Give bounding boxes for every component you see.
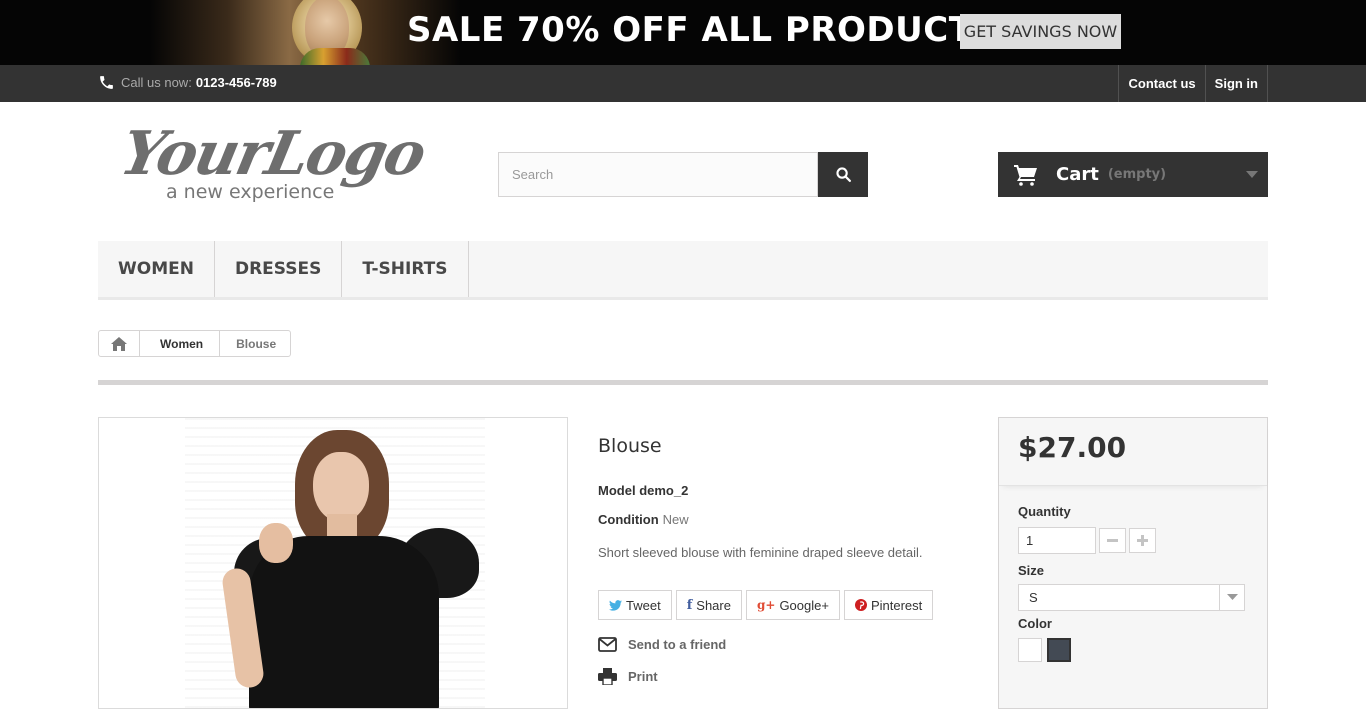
color-swatch-dark[interactable] bbox=[1047, 638, 1071, 662]
print-label: Print bbox=[628, 669, 658, 684]
model-value: demo_2 bbox=[639, 483, 689, 498]
plus-icon bbox=[1137, 535, 1148, 546]
quantity-label: Quantity bbox=[1018, 504, 1071, 519]
top-bar: Call us now: 0123-456-789 Contact us Sig… bbox=[0, 65, 1366, 102]
logo-tagline: a new experience bbox=[166, 181, 335, 203]
google-plus-label: Google+ bbox=[779, 597, 829, 613]
tweet-button[interactable]: Tweet bbox=[598, 590, 672, 620]
page-divider bbox=[98, 380, 1268, 385]
quantity-input[interactable] bbox=[1018, 527, 1096, 554]
cart-icon bbox=[1014, 164, 1037, 186]
pinterest-label: Pinterest bbox=[870, 597, 923, 613]
menu-item-dresses[interactable]: DRESSES bbox=[215, 241, 343, 297]
product-price: $27.00 bbox=[1018, 431, 1127, 464]
main-menu: WOMEN DRESSES T-SHIRTS bbox=[98, 241, 1268, 300]
logo-script: YourLogo bbox=[114, 119, 431, 189]
quantity-decrease-button[interactable] bbox=[1099, 528, 1126, 553]
chevron-down-icon bbox=[1226, 594, 1238, 600]
cart-status: (empty) bbox=[1107, 167, 1167, 182]
printer-icon bbox=[598, 668, 617, 685]
google-plus-icon: g+ bbox=[756, 598, 776, 612]
facebook-share-button[interactable]: f Share bbox=[675, 590, 742, 620]
model-hand bbox=[259, 523, 293, 563]
banner-sale-text: SALE 70% OFF ALL PRODUCTS bbox=[407, 10, 998, 50]
cart-button[interactable]: Cart (empty) bbox=[998, 152, 1268, 197]
envelope-icon bbox=[598, 637, 617, 652]
twitter-icon bbox=[609, 599, 622, 611]
product-description: Short sleeved blouse with feminine drape… bbox=[598, 545, 923, 560]
breadcrumb-home[interactable] bbox=[99, 331, 140, 356]
size-label: Size bbox=[1018, 563, 1045, 578]
product-condition: Condition New bbox=[598, 512, 689, 527]
condition-value: New bbox=[662, 512, 689, 527]
model-face bbox=[313, 452, 369, 522]
tweet-label: Tweet bbox=[626, 597, 661, 613]
breadcrumb-women[interactable]: Women bbox=[140, 331, 219, 356]
home-icon bbox=[111, 336, 127, 351]
search-button[interactable] bbox=[818, 152, 868, 197]
sign-in-link[interactable]: Sign in bbox=[1206, 65, 1268, 102]
contact-us-link[interactable]: Contact us bbox=[1119, 65, 1206, 102]
chevron-down-icon[interactable] bbox=[1246, 171, 1258, 179]
menu-item-t-shirts[interactable]: T-SHIRTS bbox=[342, 241, 469, 297]
call-us: Call us now: 0123-456-789 bbox=[98, 74, 277, 91]
send-to-friend-label: Send to a friend bbox=[628, 637, 727, 652]
pinterest-icon bbox=[854, 599, 867, 611]
print-link[interactable]: Print bbox=[598, 668, 658, 685]
color-swatch-white[interactable] bbox=[1018, 638, 1042, 662]
product-model: Model demo_2 bbox=[598, 483, 688, 498]
menu-item-women[interactable]: WOMEN bbox=[98, 241, 215, 297]
share-label: Share bbox=[696, 597, 731, 613]
facebook-icon: f bbox=[686, 597, 693, 613]
call-us-label: Call us now: bbox=[121, 75, 192, 90]
condition-label: Condition bbox=[598, 512, 659, 527]
user-nav: Contact us Sign in bbox=[1118, 65, 1268, 102]
banner-model-dress bbox=[300, 48, 370, 65]
send-to-friend-link[interactable]: Send to a friend bbox=[598, 637, 726, 652]
cart-label: Cart bbox=[1056, 164, 1099, 185]
product-title: Blouse bbox=[598, 435, 662, 457]
pinterest-button[interactable]: Pinterest bbox=[843, 590, 934, 620]
size-select[interactable]: S bbox=[1018, 584, 1245, 611]
social-share: Tweet f Share g+ Google+ Pinterest bbox=[598, 590, 934, 620]
site-logo[interactable]: YourLogo a new experience bbox=[115, 119, 431, 210]
get-savings-button[interactable]: GET SAVINGS NOW bbox=[960, 14, 1121, 49]
minus-icon bbox=[1107, 539, 1118, 542]
search-icon bbox=[835, 167, 851, 183]
product-image[interactable] bbox=[98, 417, 568, 709]
breadcrumb-blouse: Blouse bbox=[219, 331, 290, 356]
breadcrumb: Women Blouse bbox=[98, 330, 292, 357]
quantity-increase-button[interactable] bbox=[1129, 528, 1156, 553]
price-area: $27.00 bbox=[999, 418, 1267, 486]
model-label: Model bbox=[598, 483, 636, 498]
size-dropdown-arrow[interactable] bbox=[1219, 585, 1244, 610]
phone-number: 0123-456-789 bbox=[195, 75, 277, 90]
google-plus-button[interactable]: g+ Google+ bbox=[745, 590, 840, 620]
color-label: Color bbox=[1018, 616, 1052, 631]
search-input[interactable] bbox=[498, 152, 818, 197]
phone-icon bbox=[100, 76, 113, 89]
promo-banner[interactable]: SALE 70% OFF ALL PRODUCTS GET SAVINGS NO… bbox=[0, 0, 1366, 65]
search-bar bbox=[498, 152, 868, 197]
size-value: S bbox=[1029, 590, 1038, 605]
buy-box: $27.00 Quantity Size S Color bbox=[998, 417, 1268, 709]
